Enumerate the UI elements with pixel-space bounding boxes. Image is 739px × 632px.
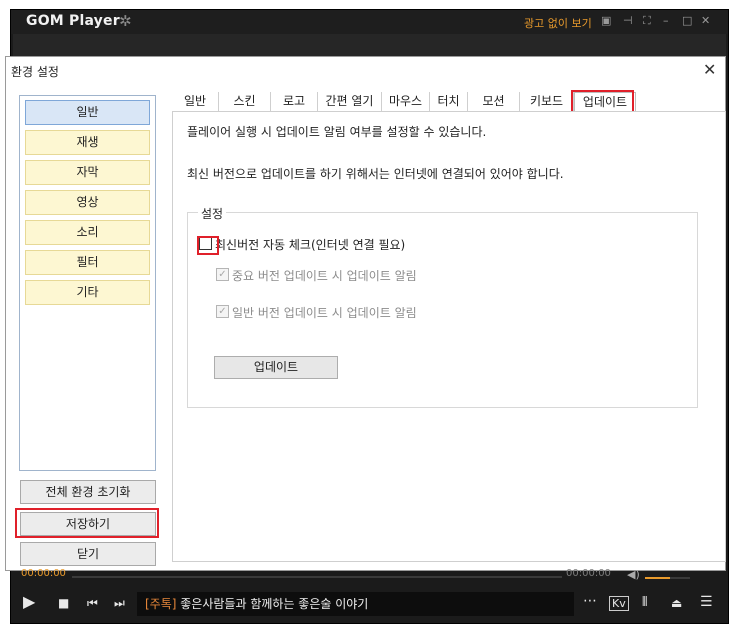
tab-touch[interactable]: 터치: [430, 92, 468, 112]
settings-dialog: 환경 설정 ✕ 일반 재생 자막 영상 소리 필터 기타 전체 환경 초기화 저…: [5, 56, 726, 571]
volume-icon[interactable]: ◀): [627, 568, 640, 581]
update-button[interactable]: 업데이트: [214, 356, 338, 379]
settings-gear-icon[interactable]: ✲: [119, 12, 132, 30]
nav-item-filter[interactable]: 필터: [25, 250, 150, 275]
description-line-1: 플레이어 실행 시 업데이트 알림 여부를 설정할 수 있습니다.: [187, 125, 487, 139]
settings-nav: 일반 재생 자막 영상 소리 필터 기타: [19, 95, 156, 471]
player-titlebar: GOM Player ✲ 광고 없이 보기 ▣ ⊣ ⛶ – □ ✕: [11, 10, 728, 34]
previous-icon[interactable]: ⏮: [87, 596, 98, 611]
eject-icon[interactable]: ⏏: [671, 596, 682, 610]
important-update-label: 중요 버전 업데이트 시 업데이트 알림: [232, 269, 417, 283]
pin-icon[interactable]: ⊣: [623, 14, 633, 27]
minimize-icon[interactable]: –: [663, 14, 669, 27]
tab-motion[interactable]: 모션: [468, 92, 520, 112]
tab-mouse[interactable]: 마우스: [382, 92, 430, 112]
seek-bar[interactable]: [72, 576, 562, 578]
fullscreen-icon[interactable]: ⛶: [643, 14, 651, 28]
close-icon[interactable]: ✕: [701, 14, 710, 27]
group-label: 설정: [198, 205, 227, 222]
gom-player-logo: GOM Player: [26, 13, 120, 29]
ratio-icon[interactable]: ▣: [601, 14, 611, 27]
nav-item-general[interactable]: 일반: [25, 100, 150, 125]
normal-update-checkbox[interactable]: ✓: [216, 305, 229, 318]
maximize-icon[interactable]: □: [682, 14, 692, 27]
kv-icon[interactable]: Kv: [609, 596, 629, 611]
nav-item-playback[interactable]: 재생: [25, 130, 150, 155]
news-ticker[interactable]: [주톡] 좋은사람들과 함께하는 좋은술 이야기: [137, 592, 574, 616]
play-icon[interactable]: ▶: [23, 592, 35, 611]
important-update-checkbox[interactable]: ✓: [216, 268, 229, 281]
nav-item-video[interactable]: 영상: [25, 190, 150, 215]
tab-keyboard[interactable]: 키보드: [520, 92, 574, 112]
dialog-close-icon[interactable]: ✕: [703, 60, 716, 79]
close-button[interactable]: 닫기: [20, 542, 156, 566]
tab-quick-open[interactable]: 간편 열기: [318, 92, 382, 112]
save-highlight-box: [15, 508, 159, 538]
tab-skin[interactable]: 스킨: [219, 92, 271, 112]
description-line-2: 최신 버전으로 업데이트를 하기 위해서는 인터넷에 연결되어 있어야 합니다.: [187, 167, 564, 181]
nav-item-audio[interactable]: 소리: [25, 220, 150, 245]
nav-item-subtitle[interactable]: 자막: [25, 160, 150, 185]
ad-free-link[interactable]: 광고 없이 보기: [524, 15, 592, 31]
next-icon[interactable]: ⏭: [114, 596, 125, 611]
current-time: 00:00:00: [21, 568, 66, 579]
normal-update-label: 일반 버전 업데이트 시 업데이트 알림: [232, 306, 417, 320]
settings-group: 설정 최신버전 자동 체크(인터넷 연결 필요) ✓ 중요 버전 업데이트 시 …: [187, 205, 698, 408]
more-icon[interactable]: ⋯: [583, 593, 597, 609]
dialog-title: 환경 설정: [11, 65, 59, 79]
nav-item-etc[interactable]: 기타: [25, 280, 150, 305]
ticker-text: 좋은사람들과 함께하는 좋은술 이야기: [176, 597, 369, 611]
ticker-tag: [주톡]: [145, 597, 177, 611]
checkbox-highlight-box: [197, 236, 219, 255]
stop-icon[interactable]: ■: [58, 596, 69, 610]
reset-all-button[interactable]: 전체 환경 초기화: [20, 480, 156, 504]
equalizer-icon[interactable]: ⫴: [642, 595, 647, 610]
playlist-icon[interactable]: ☰: [700, 594, 713, 610]
update-tab-panel: 플레이어 실행 시 업데이트 알림 여부를 설정할 수 있습니다. 최신 버전으…: [172, 111, 726, 562]
tab-general[interactable]: 일반: [172, 92, 219, 112]
volume-fill: [645, 577, 670, 579]
total-time: 00:00:00: [566, 568, 611, 579]
auto-check-label[interactable]: 최신버전 자동 체크(인터넷 연결 필요): [215, 236, 405, 253]
tab-logo[interactable]: 로고: [271, 92, 318, 112]
